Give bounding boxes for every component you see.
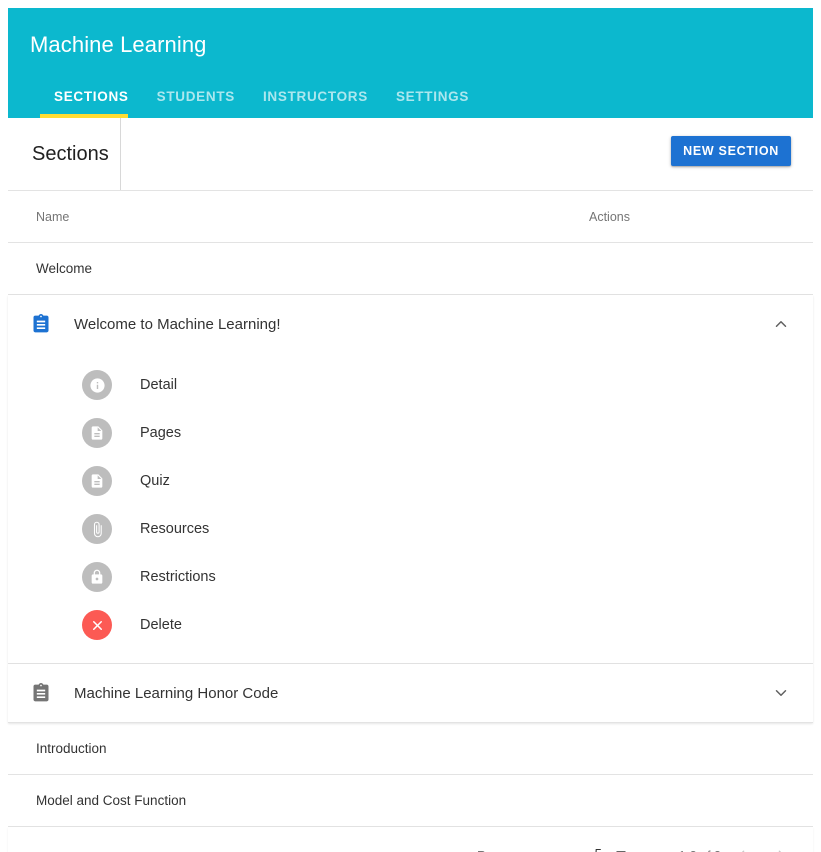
chevron-up-icon[interactable] [771,314,791,334]
tab-instructors[interactable]: INSTRUCTORS [249,89,382,114]
column-header-name: Name [36,209,70,224]
table-row[interactable]: Model and Cost Function [8,775,813,827]
paginator: Rows per page: 5 1-3 of 3 [8,827,813,852]
expansion-panel: Machine Learning Honor Code [8,664,813,723]
pagination-range-label: 1-3 of 3 [679,849,721,852]
tab-settings[interactable]: SETTINGS [382,89,483,114]
lock-icon [82,562,112,592]
panel-item-label: Detail [140,377,178,393]
row-name: Introduction [36,741,107,756]
panel-header[interactable]: Welcome to Machine Learning! [8,295,813,353]
rows-per-page-label: Rows per page: [477,849,565,852]
panel-title: Machine Learning Honor Code [74,684,279,702]
tab-students[interactable]: STUDENTS [143,89,249,114]
document-icon [82,418,112,448]
panel-item-label: Delete [140,617,182,633]
tab-bar: SECTIONS STUDENTS INSTRUCTORS SETTINGS [30,72,791,114]
panel-item-label: Pages [140,425,182,441]
row-actions [589,260,821,278]
panel-item-quiz[interactable]: Quiz [8,457,813,505]
table-row[interactable]: Introduction [8,723,813,775]
clipboard-icon [30,682,52,704]
tab-sections[interactable]: SECTIONS [40,89,143,114]
previous-page-button[interactable] [721,836,761,852]
panel-item-restrictions[interactable]: Restrictions [8,553,813,601]
rows-per-page-value: 5 [595,846,602,852]
close-x-icon [82,610,112,640]
panel-item-label: Resources [140,521,210,537]
page-title: Sections [32,142,109,165]
panel-item-delete[interactable]: Delete [8,601,813,649]
panel-item-pages[interactable]: Pages [8,409,813,457]
new-section-button[interactable]: NEW SECTION [671,136,791,166]
panel-body: Detail Pages Quiz Resources Restrictions… [8,353,813,663]
clipboard-icon [30,313,52,335]
rows-per-page-select[interactable]: 5 [593,846,635,852]
title-divider [120,118,121,190]
column-header-actions: Actions [589,209,630,224]
expansion-panel: Welcome to Machine Learning! Detail Page… [8,295,813,664]
table-header-row: Name Actions [8,190,813,243]
panel-item-label: Restrictions [140,569,216,585]
paperclip-icon [82,514,112,544]
app-page: Machine Learning SECTIONS STUDENTS INSTR… [0,0,821,852]
info-icon [82,370,112,400]
next-page-button[interactable] [761,836,801,852]
app-bar: Machine Learning SECTIONS STUDENTS INSTR… [8,8,813,118]
app-title: Machine Learning [30,32,207,57]
row-name: Welcome [36,261,93,276]
panel-item-label: Quiz [140,473,170,489]
document-icon [82,466,112,496]
panel-item-resources[interactable]: Resources [8,505,813,553]
row-actions [589,740,821,758]
chevron-down-icon[interactable] [771,683,791,703]
row-actions [589,792,821,810]
sections-table: Name Actions Welcome Welcome to Machine … [8,190,813,852]
panel-header[interactable]: Machine Learning Honor Code [8,664,813,722]
panel-item-detail[interactable]: Detail [8,361,813,409]
row-name: Model and Cost Function [36,793,187,808]
panel-title: Welcome to Machine Learning! [74,315,281,333]
page-title-bar: Sections NEW SECTION [8,118,813,190]
table-row[interactable]: Welcome [8,243,813,295]
